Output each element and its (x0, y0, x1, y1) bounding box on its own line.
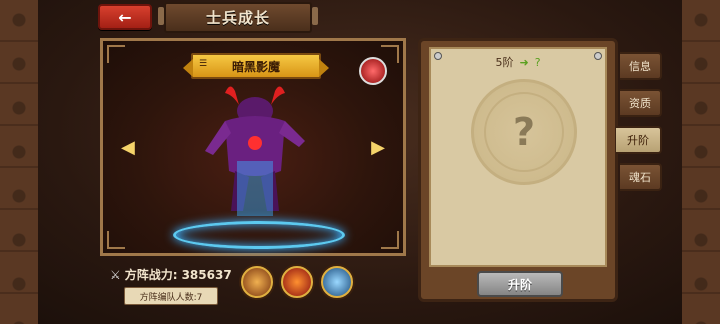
ice-skill-icon[interactable] (321, 266, 353, 298)
question-mark-icon: ? (512, 110, 536, 154)
upgrade-button[interactable]: 升阶 (477, 271, 563, 297)
element-badge-icon[interactable] (359, 57, 387, 85)
tier-row: 5阶 ➜ ? (431, 53, 605, 71)
page-title: 士兵成长 (205, 9, 270, 27)
claw-skill-icon[interactable] (241, 266, 273, 298)
upgrade-panel-content: 5阶 ➜ ? ? (429, 47, 607, 267)
unit-display-frame: ☰ 暗黑影魔 ◀ ▶ (100, 38, 406, 256)
fire-skill-icon[interactable] (281, 266, 313, 298)
current-tier: 5阶 (495, 56, 514, 69)
tier-arrow-icon: ➜ (519, 55, 529, 69)
power-label: 方阵战力: (124, 268, 178, 282)
formation-power: ⚔ 方阵战力: 385637 (110, 266, 232, 283)
squad-size-label: 方阵编队人数:7 (124, 287, 218, 305)
frame-corner-ornament (381, 231, 399, 249)
upgrade-panel: 5阶 ➜ ? ? 升阶 (418, 38, 618, 302)
title-plate: 士兵成长 (158, 2, 318, 33)
unknown-reward-medallion: ? (471, 79, 577, 185)
previous-unit-arrow-icon[interactable]: ◀ (121, 137, 135, 158)
back-button[interactable]: ← (98, 4, 152, 30)
side-tabs: 信息 资质 升阶 魂石 (616, 52, 662, 200)
crossed-swords-icon: ⚔ (110, 267, 121, 282)
summon-portal (173, 221, 345, 249)
rank-chevron-icon: ☰ (199, 59, 208, 69)
frame-corner-ornament (107, 231, 125, 249)
unit-portrait (205, 86, 305, 216)
back-arrow-icon: ← (118, 7, 132, 27)
frame-corner-ornament (107, 45, 125, 63)
left-wall-border (0, 0, 38, 324)
tab-info[interactable]: 信息 (620, 52, 662, 80)
power-value: 385637 (181, 267, 232, 282)
tab-soulstone[interactable]: 魂石 (620, 163, 662, 191)
tab-aptitude[interactable]: 资质 (620, 89, 662, 117)
next-tier: ? (534, 55, 541, 69)
tab-upgrade[interactable]: 升阶 (616, 126, 662, 154)
right-wall-border (682, 0, 720, 324)
unit-name-banner: ☰ 暗黑影魔 (183, 53, 329, 79)
next-unit-arrow-icon[interactable]: ▶ (371, 137, 385, 158)
demon-figure (205, 86, 305, 216)
frame-corner-ornament (381, 45, 399, 63)
unit-name: 暗黑影魔 (231, 59, 280, 74)
